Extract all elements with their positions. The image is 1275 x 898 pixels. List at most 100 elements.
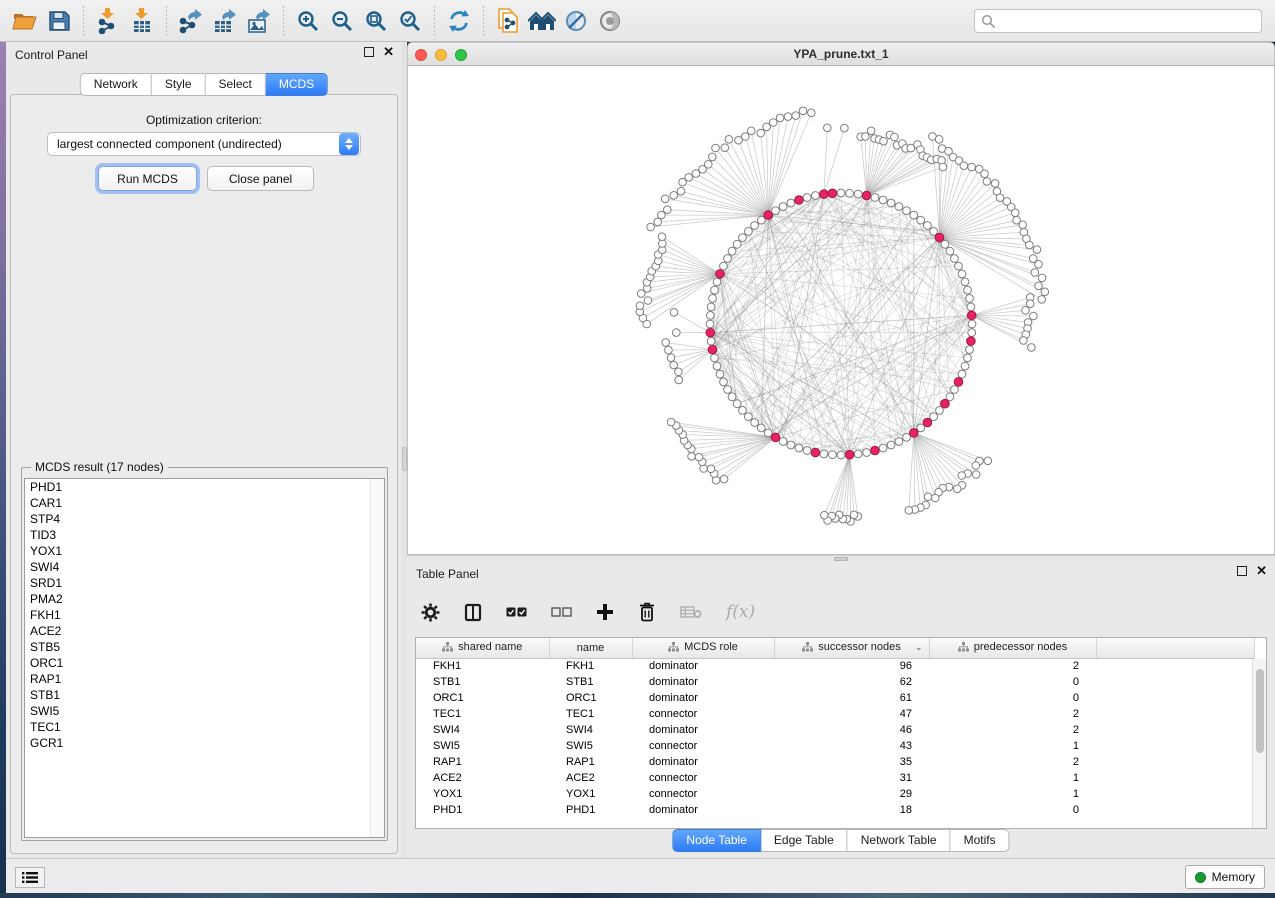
graph-leaf-node[interactable] [799, 107, 807, 115]
import-network-icon[interactable] [91, 5, 125, 37]
cell-successor-nodes[interactable]: 62 [774, 674, 929, 690]
graph-leaf-node[interactable] [784, 113, 792, 121]
graph-node[interactable] [903, 207, 911, 215]
graph-leaf-node[interactable] [1019, 221, 1027, 229]
table-row[interactable]: PHD1PHD1dominator180 [416, 802, 1254, 818]
cell-shared-name[interactable]: FKH1 [416, 658, 549, 674]
table-scrollbar[interactable] [1252, 659, 1266, 828]
graph-leaf-node[interactable] [891, 133, 899, 141]
cell-name[interactable]: YOX1 [549, 786, 632, 802]
graph-node[interactable] [787, 199, 795, 207]
cell-name[interactable]: STB1 [549, 674, 632, 690]
graph-leaf-node[interactable] [763, 123, 771, 131]
cell-name[interactable]: ACE2 [549, 770, 632, 786]
graph-node[interactable] [803, 194, 811, 202]
tab-edge-table[interactable]: Edge Table [761, 829, 848, 852]
graph-node[interactable] [751, 222, 759, 230]
mcds-list-scrollbar[interactable] [370, 479, 384, 837]
graph-leaf-node[interactable] [667, 354, 675, 362]
graph-dominator-node[interactable] [967, 337, 976, 346]
graph-node[interactable] [910, 211, 918, 219]
graph-node[interactable] [958, 370, 966, 378]
run-mcds-button[interactable]: Run MCDS [98, 166, 197, 191]
graph-leaf-node[interactable] [958, 472, 966, 480]
cell-successor-nodes[interactable]: 96 [774, 658, 929, 674]
graph-leaf-node[interactable] [712, 144, 720, 152]
column-header-predecessor-nodes[interactable]: predecessor nodes [929, 638, 1096, 658]
graph-dominator-node[interactable] [967, 311, 976, 320]
table-row[interactable]: ORC1ORC1dominator610 [416, 690, 1254, 706]
graph-leaf-node[interactable] [688, 453, 696, 461]
graph-leaf-node[interactable] [647, 223, 655, 231]
cell-predecessor-nodes[interactable]: 0 [929, 802, 1096, 818]
cell-successor-nodes[interactable]: 35 [774, 754, 929, 770]
graph-node[interactable] [711, 286, 719, 294]
graph-leaf-node[interactable] [725, 136, 733, 144]
graph-leaf-node[interactable] [984, 457, 992, 465]
show-all-networks-icon[interactable] [525, 5, 559, 37]
cell-mcds-role[interactable]: connector [632, 738, 774, 754]
float-panel-icon[interactable] [364, 47, 374, 57]
graph-leaf-node[interactable] [670, 309, 678, 317]
cell-shared-name[interactable]: PHD1 [416, 802, 549, 818]
network-canvas[interactable] [407, 66, 1275, 555]
graph-node[interactable] [706, 320, 714, 328]
delete-table-icon[interactable] [680, 605, 702, 619]
mcds-result-item[interactable]: GCR1 [25, 735, 384, 751]
graph-node[interactable] [846, 189, 854, 197]
graph-node[interactable] [961, 278, 969, 286]
graph-leaf-node[interactable] [821, 511, 829, 519]
cell-shared-name[interactable]: SWI4 [416, 722, 549, 738]
graph-leaf-node[interactable] [981, 170, 989, 178]
graph-node[interactable] [837, 189, 845, 197]
graph-dominator-node[interactable] [845, 450, 854, 459]
cell-successor-nodes[interactable]: 61 [774, 690, 929, 706]
graph-leaf-node[interactable] [685, 174, 693, 182]
graph-leaf-node[interactable] [1030, 312, 1038, 320]
graph-leaf-node[interactable] [1035, 282, 1043, 290]
cell-predecessor-nodes[interactable]: 2 [929, 706, 1096, 722]
graph-leaf-node[interactable] [636, 302, 644, 310]
mcds-result-item[interactable]: SRD1 [25, 575, 384, 591]
graph-dominator-node[interactable] [795, 196, 804, 205]
graph-leaf-node[interactable] [867, 127, 875, 135]
cell-name[interactable]: RAP1 [549, 754, 632, 770]
export-image-icon[interactable] [242, 5, 276, 37]
mcds-result-item[interactable]: RAP1 [25, 671, 384, 687]
graph-node[interactable] [964, 286, 972, 294]
show-hide-icon[interactable] [593, 5, 627, 37]
delete-icon[interactable] [638, 602, 656, 622]
graph-leaf-node[interactable] [1026, 241, 1034, 249]
graph-node[interactable] [968, 320, 976, 328]
graph-leaf-node[interactable] [721, 144, 729, 152]
graph-node[interactable] [887, 199, 895, 207]
graph-node[interactable] [879, 444, 887, 452]
graph-leaf-node[interactable] [972, 471, 980, 479]
mcds-result-item[interactable]: SWI4 [25, 559, 384, 575]
graph-node[interactable] [787, 441, 795, 449]
cell-successor-nodes[interactable]: 29 [774, 786, 929, 802]
graph-node[interactable] [958, 270, 966, 278]
graph-leaf-node[interactable] [675, 368, 683, 376]
cell-shared-name[interactable]: TEC1 [416, 706, 549, 722]
cell-predecessor-nodes[interactable]: 1 [929, 770, 1096, 786]
cell-successor-nodes[interactable]: 46 [774, 722, 929, 738]
graph-leaf-node[interactable] [1035, 261, 1043, 269]
graph-leaf-node[interactable] [808, 109, 816, 117]
cell-mcds-role[interactable]: dominator [632, 722, 774, 738]
tab-node-table[interactable]: Node Table [672, 829, 761, 852]
graph-leaf-node[interactable] [661, 195, 669, 203]
cell-shared-name[interactable]: RAP1 [416, 754, 549, 770]
graph-node[interactable] [820, 450, 828, 458]
graph-node[interactable] [713, 278, 721, 286]
add-column-icon[interactable] [596, 603, 614, 621]
tab-select[interactable]: Select [206, 73, 266, 96]
graph-node[interactable] [961, 362, 969, 370]
graph-node[interactable] [967, 303, 975, 311]
column-header-name[interactable]: name [549, 638, 632, 658]
mcds-result-item[interactable]: PMA2 [25, 591, 384, 607]
graph-leaf-node[interactable] [1031, 269, 1039, 277]
cell-shared-name[interactable]: ACE2 [416, 770, 549, 786]
function-builder-icon[interactable]: f(x) [726, 602, 755, 622]
graph-leaf-node[interactable] [720, 475, 728, 483]
